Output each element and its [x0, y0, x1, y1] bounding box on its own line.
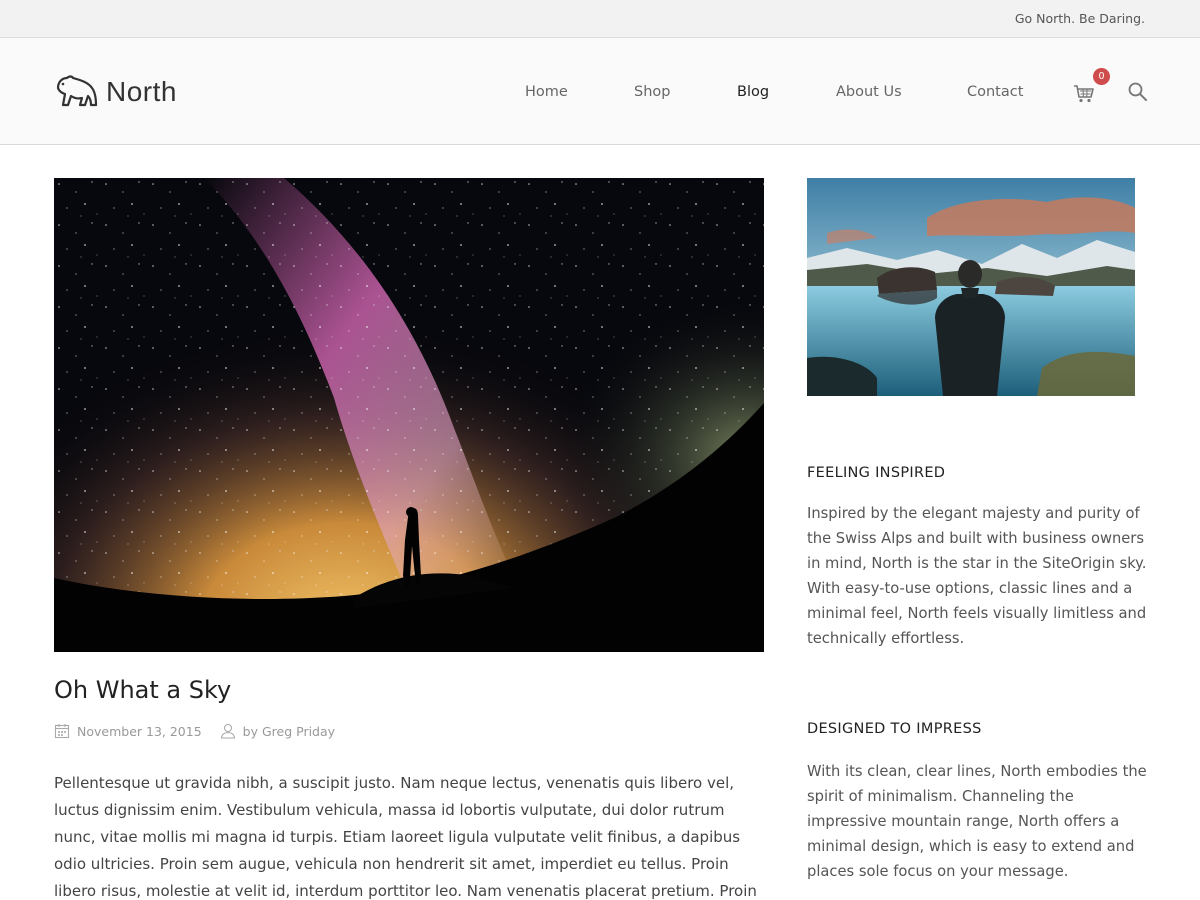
post-featured-image[interactable]: [54, 178, 764, 652]
nav-home[interactable]: Home: [525, 84, 568, 100]
post-date[interactable]: November 13, 2015: [77, 724, 202, 739]
user-icon: [220, 723, 236, 739]
post-title[interactable]: Oh What a Sky: [54, 676, 231, 704]
widget-title-designed-to-impress: DESIGNED TO IMPRESS: [807, 721, 982, 737]
widget-text-feeling-inspired: Inspired by the elegant majesty and puri…: [807, 505, 1147, 647]
nav-shop[interactable]: Shop: [634, 84, 670, 100]
sidebar-image[interactable]: [807, 178, 1135, 396]
nav-blog[interactable]: Blog: [737, 84, 769, 100]
post-meta: November 13, 2015 by Greg Priday: [54, 722, 335, 740]
post-author[interactable]: by Greg Priday: [243, 724, 335, 739]
nav-contact[interactable]: Contact: [967, 84, 1023, 100]
logo-text: North: [106, 76, 177, 107]
search-icon[interactable]: [1127, 81, 1149, 103]
site-header: North Home Shop Blog About Us Contact 0: [0, 38, 1200, 145]
top-bar: Go North. Be Daring.: [0, 0, 1200, 38]
nav-about-us[interactable]: About Us: [836, 84, 902, 100]
site-logo[interactable]: North: [54, 72, 177, 112]
polar-bear-icon: [56, 75, 98, 107]
cart-count-badge: 0: [1093, 68, 1110, 85]
widget-title-feeling-inspired: FEELING INSPIRED: [807, 465, 946, 481]
tagline: Go North. Be Daring.: [1014, 11, 1145, 26]
shopping-cart-icon[interactable]: [1073, 82, 1095, 104]
calendar-icon: [54, 723, 70, 739]
post-excerpt: Pellentesque ut gravida nibh, a suscipit…: [54, 774, 757, 900]
widget-text-designed-to-impress: With its clean, clear lines, North embod…: [807, 763, 1147, 880]
